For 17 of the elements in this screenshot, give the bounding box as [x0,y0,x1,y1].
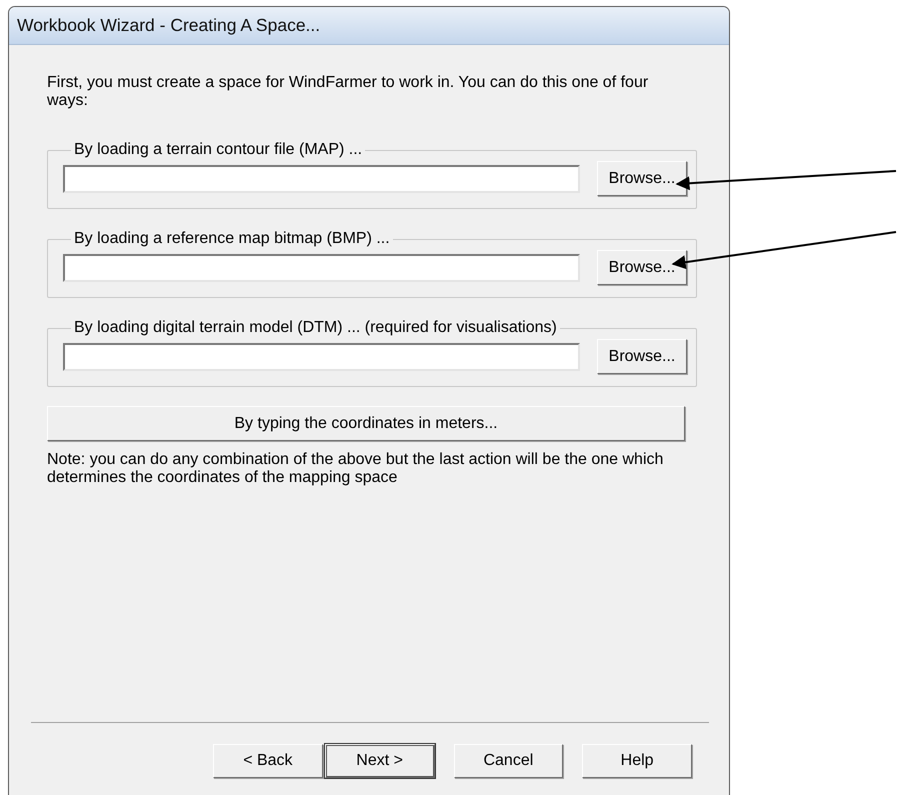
wizard-button[interactable]: < Back [213,744,323,778]
window-title: Workbook Wizard - Creating A Space... [9,7,729,45]
coordinates-button[interactable]: By typing the coordinates in meters... [47,406,685,441]
file-path-field[interactable] [63,342,580,370]
group-label: By loading a reference map bitmap (BMP) ... [73,230,391,248]
browse-button[interactable]: Browse... [597,161,687,196]
intro-text: First, you must create a space for WindFarmer to work in. You can do this one of four ways: [47,74,650,110]
browse-button[interactable]: Browse... [597,250,687,285]
file-path-field[interactable] [63,254,580,282]
wizard-button[interactable]: Next > [324,744,434,778]
browse-button[interactable]: Browse... [597,339,687,374]
file-path-field[interactable] [63,164,580,192]
group-label: By loading digital terrain model (DTM) ... (required for visualisations) [73,319,558,337]
wizard-button[interactable]: Cancel [454,744,564,778]
note-text: Note: you can do any combination of the above but the last action will be the one which determines the coordinates of the mapping space [47,451,664,487]
group-label: By loading a terrain contour file (MAP) ... [73,141,364,159]
wizard-button[interactable]: Help [582,744,692,778]
